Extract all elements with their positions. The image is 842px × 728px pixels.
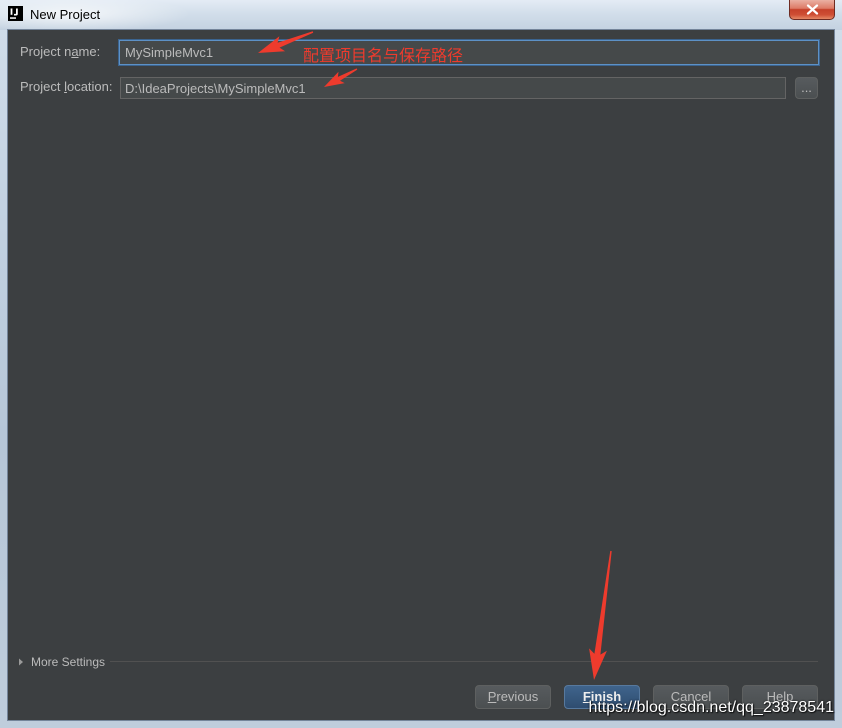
triangle-right-icon: [19, 658, 23, 666]
new-project-dialog: New Project Project name: Project locati…: [0, 0, 842, 728]
project-location-input[interactable]: [120, 77, 786, 99]
title-bar: New Project: [0, 0, 842, 30]
more-settings-toggle[interactable]: More Settings: [18, 653, 105, 671]
watermark: https://blog.csdn.net/qq_23878541: [588, 699, 834, 716]
close-icon: [806, 4, 818, 15]
project-name-label: Project name:: [20, 44, 101, 59]
previous-button[interactable]: Previous: [475, 685, 551, 709]
browse-location-button[interactable]: ...: [795, 77, 818, 99]
mnemonic-letter: P: [487, 689, 497, 704]
project-location-label: Project location:: [20, 79, 113, 94]
intellij-idea-icon: [8, 6, 23, 21]
mnemonic-letter: a: [71, 44, 79, 59]
more-settings-label: More Settings: [31, 655, 106, 669]
more-settings-separator: [110, 661, 818, 662]
dialog-content: [8, 30, 834, 720]
window-title: New Project: [30, 7, 101, 22]
annotation-text: 配置项目名与保存路径: [303, 46, 464, 65]
project-name-input[interactable]: [119, 40, 819, 65]
mnemonic-letter: l: [64, 79, 67, 94]
close-button[interactable]: [789, 0, 835, 20]
